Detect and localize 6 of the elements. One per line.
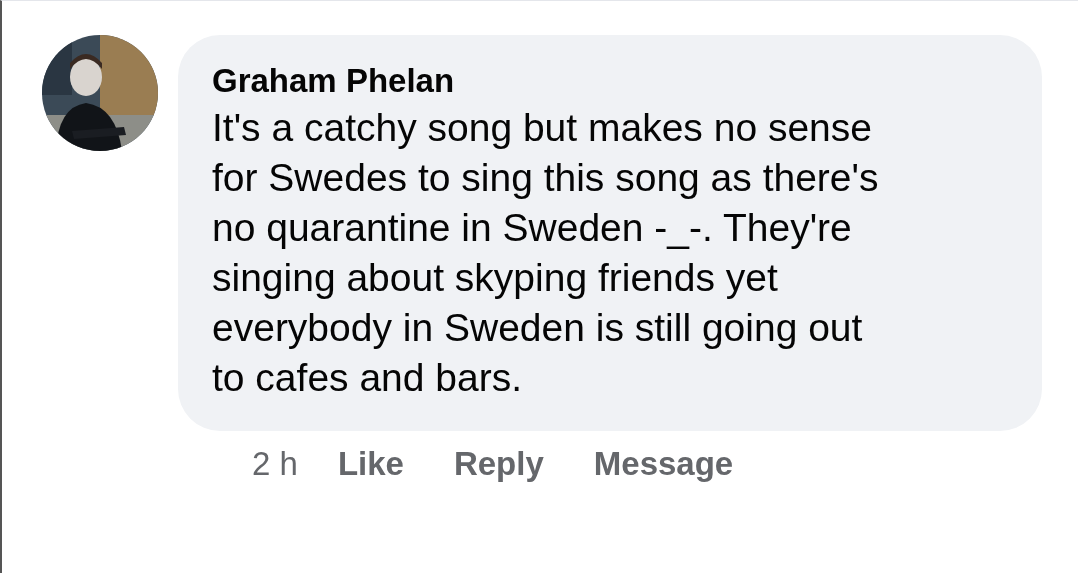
- author-name[interactable]: Graham Phelan: [212, 59, 902, 103]
- comment-text: It's a catchy song but makes no sense for Swedes to sing this song as there's no quarantine in Sweden -_-. They're singing about skyping friends yet everybody in Sweden is still going out to cafes and bars.: [212, 105, 880, 401]
- timestamp[interactable]: 2 h: [252, 445, 298, 483]
- action-link[interactable]: Like: [337, 445, 404, 483]
- action-link[interactable]: Reply: [453, 445, 544, 483]
- action-link[interactable]: Message: [593, 445, 734, 483]
